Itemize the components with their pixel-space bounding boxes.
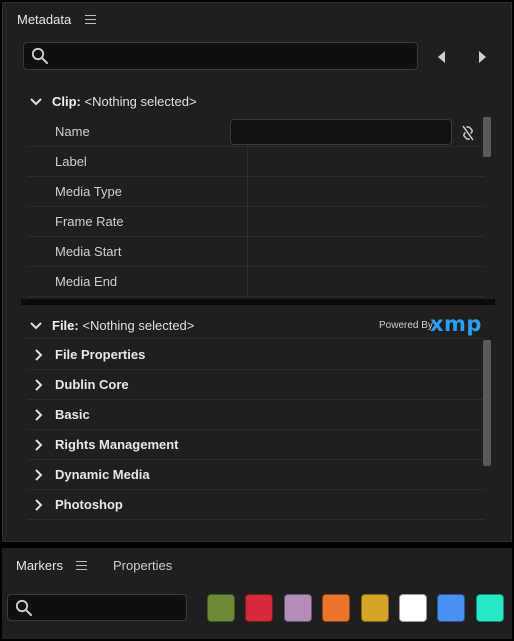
field-row-media-type: Media Type xyxy=(27,177,485,207)
chevron-right-icon[interactable] xyxy=(31,497,47,513)
group-row-photoshop[interactable]: Photoshop xyxy=(27,490,485,520)
field-row-media-start: Media Start xyxy=(27,237,485,267)
marker-color-swatch[interactable] xyxy=(437,594,466,622)
marker-color-swatch[interactable] xyxy=(322,594,351,622)
field-label: Label xyxy=(55,154,87,169)
marker-color-swatch[interactable] xyxy=(207,594,235,622)
chevron-right-icon[interactable] xyxy=(31,437,47,453)
chevron-down-icon[interactable] xyxy=(28,318,44,334)
unlink-icon[interactable] xyxy=(460,124,476,142)
marker-color-swatch[interactable] xyxy=(283,594,312,622)
metadata-panel-title[interactable]: Metadata xyxy=(17,12,71,27)
file-section-value: <Nothing selected> xyxy=(82,318,195,333)
field-label: Media Type xyxy=(55,184,122,199)
field-label: Frame Rate xyxy=(55,214,124,229)
group-row-rights-management[interactable]: Rights Management xyxy=(27,430,485,460)
section-splitter[interactable] xyxy=(21,299,495,305)
name-field-input[interactable] xyxy=(230,119,452,145)
chevron-right-icon[interactable] xyxy=(31,377,47,393)
file-section-header[interactable]: File: <Nothing selected> Powered By xmp xyxy=(23,312,493,338)
chevron-right-icon[interactable] xyxy=(31,347,47,363)
chevron-right-icon[interactable] xyxy=(31,467,47,483)
tab-properties[interactable]: Properties xyxy=(113,558,172,573)
panel-menu-icon[interactable] xyxy=(85,15,96,24)
marker-color-swatch[interactable] xyxy=(360,594,389,622)
chevron-right-icon[interactable] xyxy=(31,407,47,423)
clip-section-value: <Nothing selected> xyxy=(84,94,197,109)
clip-section-label: Clip: xyxy=(52,94,81,109)
clip-section-header[interactable]: Clip: <Nothing selected> xyxy=(23,90,493,114)
previous-arrow-icon[interactable] xyxy=(438,51,445,63)
clip-fields-list: Name Label Media Type Frame Rate Media S… xyxy=(3,117,493,299)
field-label: Media Start xyxy=(55,244,122,259)
search-icon xyxy=(31,47,48,64)
file-groups-list: File Properties Dublin Core Basic Rights… xyxy=(3,340,493,523)
chevron-down-icon[interactable] xyxy=(28,94,44,110)
metadata-panel: Metadata Clip: <Nothing selected> Name L… xyxy=(2,2,512,542)
field-row-media-end: Media End xyxy=(27,267,485,297)
field-row-name: Name xyxy=(27,117,485,147)
markers-panel: Markers Properties xyxy=(2,548,512,639)
panel-menu-icon[interactable] xyxy=(76,561,87,570)
group-row-dynamic-media[interactable]: Dynamic Media xyxy=(27,460,485,490)
markers-search-input[interactable] xyxy=(7,594,187,621)
search-icon xyxy=(15,599,32,616)
powered-by-label: Powered By xyxy=(379,320,433,331)
metadata-search-input[interactable] xyxy=(23,42,418,70)
marker-color-swatch[interactable] xyxy=(245,594,274,622)
group-row-basic[interactable]: Basic xyxy=(27,400,485,430)
marker-color-swatch[interactable] xyxy=(475,594,504,622)
file-section-label: File: xyxy=(52,318,79,333)
field-label: Name xyxy=(55,124,90,139)
field-row-frame-rate: Frame Rate xyxy=(27,207,485,237)
field-row-label: Label xyxy=(27,147,485,177)
marker-color-swatch[interactable] xyxy=(399,594,427,622)
tab-markers[interactable]: Markers xyxy=(16,558,63,573)
file-scrollbar[interactable] xyxy=(483,340,491,466)
group-row-file-properties[interactable]: File Properties xyxy=(27,340,485,370)
group-row-dublin-core[interactable]: Dublin Core xyxy=(27,370,485,400)
next-arrow-icon[interactable] xyxy=(479,51,486,63)
clip-scrollbar[interactable] xyxy=(483,117,491,157)
xmp-logo: xmp xyxy=(430,312,482,336)
field-label: Media End xyxy=(55,274,118,289)
